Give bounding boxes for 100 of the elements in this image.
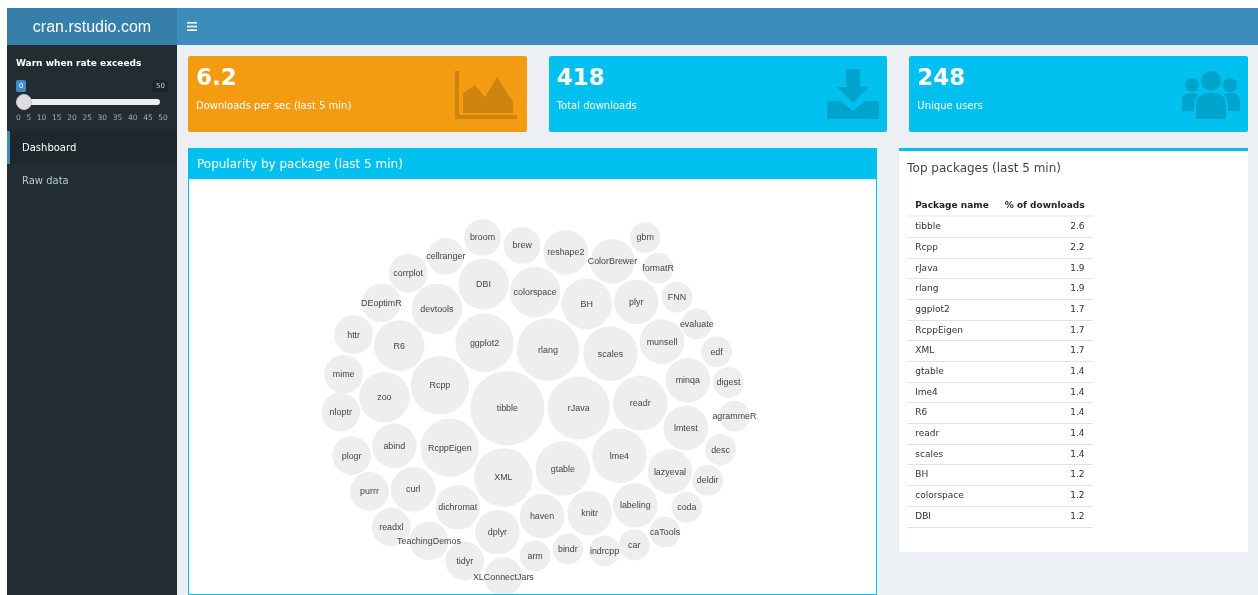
value-label: Downloads per sec (last 5 min) [196,98,352,113]
bubble-label: brew [512,240,532,251]
column-header: Package name [907,195,997,217]
bubble-label: FNN [667,292,687,302]
table-cell: 1.2 [996,485,1093,507]
bubble-label: dichromat [438,502,478,513]
bubble-label: httr [347,329,361,340]
table-cell: 1.4 [996,423,1093,445]
slider-handle[interactable] [16,94,32,110]
column-header: % of downloads [996,195,1093,217]
table-cell: readr [907,423,997,445]
bubble-label: bindr [557,543,578,554]
table-cell: Rcpp [907,237,997,259]
bubble-label: TeachingDemos [397,535,461,546]
panel-title: Popularity by package (last 5 min) [189,149,877,179]
app-title: cran.rstudio.com [7,8,177,45]
table-cell: 2.6 [996,216,1093,238]
bubble-label: zoo [377,392,392,403]
bubble-label: edf [710,346,723,357]
bubble-label: broom [469,232,496,243]
table-cell: 1.2 [996,506,1093,527]
bubble-label: dplyr [487,527,508,538]
table-cell: RcppEigen [907,320,997,341]
bubble-label: RcppEigen [428,442,472,453]
table-cell: 1.9 [996,278,1093,300]
table-cell: scales [907,444,997,465]
bubble-label: labeling [619,500,651,511]
table-cell: rJava [907,258,997,279]
table-cell: XML [907,340,997,362]
bubble-label: gtable [550,463,575,474]
bubble-label: R6 [393,340,405,351]
table-cell: 1.7 [996,299,1093,321]
bubble-label: corrplot [393,268,423,279]
table-cell: 2.2 [996,237,1093,259]
bubble-label: XML [494,472,513,483]
table-cell: rlang [907,278,997,300]
bubble-label: agrammeR [712,411,757,421]
bubble-label: plogr [341,450,362,461]
menu-icon[interactable] [187,22,197,31]
bubble-label: deldir [696,475,719,486]
bubble-label: colorspace [513,287,557,298]
bubble-label: lmtest [673,422,698,433]
bubble-label: plyr [629,296,644,307]
bubble-label: scales [597,348,624,359]
value-label: Total downloads [556,98,637,113]
table-cell: 1.4 [996,444,1093,465]
bubble-label: ColorBrewer [587,256,638,267]
table-cell: gtable [907,361,997,383]
bubble-label: readr [629,398,651,409]
bubble-label: purrr [360,486,379,497]
bubble-label: reshape2 [547,247,585,258]
bubble-label: munsell [646,336,678,347]
users-icon [1182,69,1240,119]
bubble-label: digest [716,377,741,388]
table-cell: ggplot2 [907,299,997,321]
bubble-label: arm [527,550,543,561]
bubble-label: rJava [567,403,590,414]
sidebar-item[interactable]: Raw data [7,164,177,198]
table-cell: 1.4 [996,361,1093,383]
value-number: 418 [556,64,606,92]
value-number: 248 [917,64,967,92]
table-cell: tibble [907,216,997,238]
table-cell: 1.2 [996,464,1093,486]
bubble-label: abind [383,440,406,451]
bubble-label: formatR [642,263,674,274]
table-cell: BH [907,464,997,486]
bubble-label: minqa [675,375,700,386]
table-cell: 1.4 [996,402,1093,424]
table-cell: 1.4 [996,382,1093,403]
bubble-label: BH [580,298,593,309]
bubble-label: lazyeval [653,466,687,477]
bubble-label: caTools [649,527,681,538]
table-cell: DBI [907,506,997,527]
bubble-label: XLConnectJars [472,571,534,582]
bubble-label: evaluate [679,318,714,329]
bubble-label: knitr [581,508,599,519]
bubble-label: devtools [420,303,454,314]
bubble-label: haven [529,511,555,522]
bubble-label: rlang [538,344,558,355]
bubble-label: readxl [379,522,404,533]
value-label: Unique users [917,98,983,113]
bubble-label: cellranger [426,251,466,262]
bubble-label: DBI [476,279,491,290]
table-cell: lme4 [907,382,997,403]
table-cell: 1.9 [996,258,1093,279]
download-icon [827,69,880,119]
table-cell: colorspace [907,485,997,507]
sidebar-item[interactable]: Dashboard [7,131,177,165]
bubble-label: ggplot2 [469,337,500,348]
bubble-label: mime [332,369,355,380]
bubble-label: coda [677,502,697,513]
bubble-label: DEoptimR [361,297,402,308]
area-chart-icon [454,69,519,119]
bubble-label: Rcpp [429,380,451,391]
bubble-label: gbm [636,232,654,243]
bubble-label: tidyr [456,555,474,566]
table-cell: 1.7 [996,320,1093,341]
bubble-label: tibble [496,403,518,414]
bubble-label: lme4 [609,450,630,461]
table-cell: R6 [907,402,997,424]
